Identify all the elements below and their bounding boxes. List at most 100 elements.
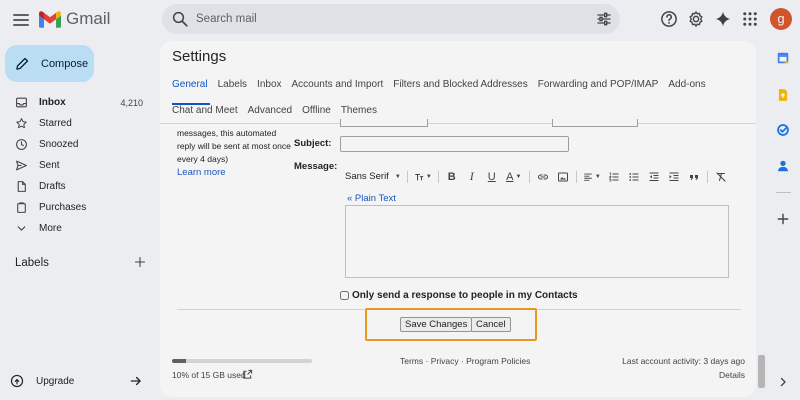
search-icon[interactable]	[171, 10, 189, 28]
bulleted-list-icon	[629, 172, 639, 181]
cancel-button[interactable]: Cancel	[471, 317, 511, 332]
tasks-icon[interactable]	[776, 123, 790, 137]
tab-forwarding[interactable]: Forwarding and POP/IMAP	[538, 79, 659, 90]
font-family-select[interactable]: Sans Serif ▼	[345, 171, 401, 182]
sidebar-item-label: Snoozed	[39, 139, 79, 150]
pencil-icon	[16, 57, 29, 70]
main-scrollbar[interactable]	[758, 355, 765, 388]
details-link[interactable]: Details	[719, 370, 745, 380]
storage-usage-text: 10% of 15 GB used	[172, 370, 246, 380]
learn-more-link[interactable]: Learn more	[177, 167, 226, 178]
link-separator: ·	[423, 356, 431, 366]
sidebar-item-more[interactable]: More	[0, 218, 155, 239]
tabs-divider	[160, 123, 756, 124]
open-in-new-icon[interactable]	[242, 369, 253, 380]
underline-button[interactable]: U	[485, 170, 499, 184]
upgrade-info-icon	[10, 374, 24, 388]
auto-reply-line: reply will be sent at most once	[177, 141, 291, 151]
remove-formatting-button[interactable]	[714, 170, 728, 184]
upgrade-button[interactable]: Upgrade	[10, 367, 155, 395]
indent-more-button[interactable]	[667, 170, 681, 184]
sidebar-item-drafts[interactable]: Drafts	[0, 176, 155, 197]
sidebar-item-label: Drafts	[39, 181, 66, 192]
compose-button[interactable]: Compose	[5, 45, 94, 82]
last-account-activity: Last account activity: 3 days ago	[622, 356, 745, 366]
main-menu-icon[interactable]	[12, 11, 30, 29]
search-bar[interactable]	[162, 4, 620, 34]
tab-inbox[interactable]: Inbox	[257, 79, 281, 90]
sidebar-item-label: Starred	[39, 118, 72, 129]
calendar-icon[interactable]	[776, 51, 790, 65]
tab-chat-and-meet[interactable]: Chat and Meet	[172, 105, 238, 116]
gemini-sparkle-icon[interactable]	[714, 10, 732, 28]
tab-offline[interactable]: Offline	[302, 105, 331, 116]
gear-icon[interactable]	[687, 10, 705, 28]
tab-themes[interactable]: Themes	[341, 105, 377, 116]
first-day-field[interactable]	[340, 119, 428, 127]
contacts-only-checkbox[interactable]	[340, 291, 349, 300]
add-label-icon[interactable]	[134, 256, 146, 268]
gmail-logo[interactable]: Gmail	[39, 9, 110, 29]
last-day-field[interactable]	[552, 119, 638, 127]
bulleted-list-button[interactable]	[627, 170, 641, 184]
auto-reply-line: every 4 days)	[177, 154, 229, 164]
align-left-icon	[584, 173, 592, 181]
plain-text-link[interactable]: « Plain Text	[347, 193, 396, 204]
tab-general[interactable]: General	[172, 79, 208, 90]
help-icon[interactable]	[660, 10, 678, 28]
terms-link[interactable]: Terms	[400, 356, 423, 366]
search-options-icon[interactable]	[596, 11, 612, 27]
text-size-icon	[415, 173, 423, 180]
text-color-icon: A	[506, 170, 514, 183]
indent-less-icon	[649, 171, 659, 181]
insert-link-button[interactable]	[536, 170, 550, 184]
bold-button[interactable]: B	[445, 170, 459, 184]
contacts-icon[interactable]	[776, 159, 790, 173]
inbox-count: 4,210	[120, 97, 143, 108]
tab-filters[interactable]: Filters and Blocked Addresses	[393, 79, 528, 90]
insert-image-button[interactable]	[556, 170, 570, 184]
font-name: Sans Serif	[345, 171, 389, 182]
account-avatar[interactable]: g	[770, 8, 792, 30]
tab-advanced[interactable]: Advanced	[248, 105, 292, 116]
tab-add-ons[interactable]: Add-ons	[668, 79, 705, 90]
caret-down-icon: ▼	[594, 173, 601, 180]
contacts-only-option: Only send a response to people in my Con…	[340, 290, 578, 301]
show-side-panel-icon[interactable]	[777, 376, 789, 388]
sidebar-item-sent[interactable]: Sent	[0, 155, 155, 176]
program-policies-link[interactable]: Program Policies	[466, 356, 530, 366]
tab-labels[interactable]: Labels	[218, 79, 247, 90]
purchases-icon	[17, 202, 26, 213]
sidebar-item-snoozed[interactable]: Snoozed	[0, 134, 155, 155]
sidebar-item-label: Purchases	[39, 202, 87, 213]
font-size-button[interactable]: ▼	[414, 170, 432, 184]
image-icon	[557, 172, 568, 181]
privacy-link[interactable]: Privacy	[431, 356, 459, 366]
quote-icon	[689, 174, 698, 180]
sidebar-item-purchases[interactable]: Purchases	[0, 197, 155, 218]
storage-meter	[172, 359, 312, 363]
italic-button[interactable]: I	[465, 169, 479, 184]
toolbar-separator	[575, 170, 577, 183]
sidebar-item-label: More	[39, 223, 62, 234]
sidebar-item-inbox[interactable]: Inbox 4,210	[0, 92, 155, 113]
keep-icon[interactable]	[776, 88, 790, 102]
numbered-list-button[interactable]	[607, 170, 621, 184]
save-changes-button[interactable]: Save Changes	[400, 317, 473, 332]
rail-divider	[776, 192, 791, 193]
quote-button[interactable]	[687, 170, 701, 184]
align-button[interactable]: ▼	[583, 170, 601, 184]
numbered-list-icon	[608, 172, 619, 181]
indent-less-button[interactable]	[647, 170, 661, 184]
message-editor[interactable]	[345, 205, 729, 278]
search-input[interactable]	[196, 10, 576, 28]
toolbar-separator	[406, 170, 408, 183]
tab-accounts-and-import[interactable]: Accounts and Import	[292, 79, 384, 90]
subject-input[interactable]	[340, 136, 569, 152]
apps-grid-icon[interactable]	[741, 10, 759, 28]
get-add-ons-icon[interactable]	[776, 212, 790, 226]
auto-reply-line: messages, this automated	[177, 128, 277, 138]
sidebar-item-starred[interactable]: Starred	[0, 113, 155, 134]
draft-icon	[17, 181, 26, 192]
text-color-button[interactable]: A ▼	[505, 170, 523, 184]
